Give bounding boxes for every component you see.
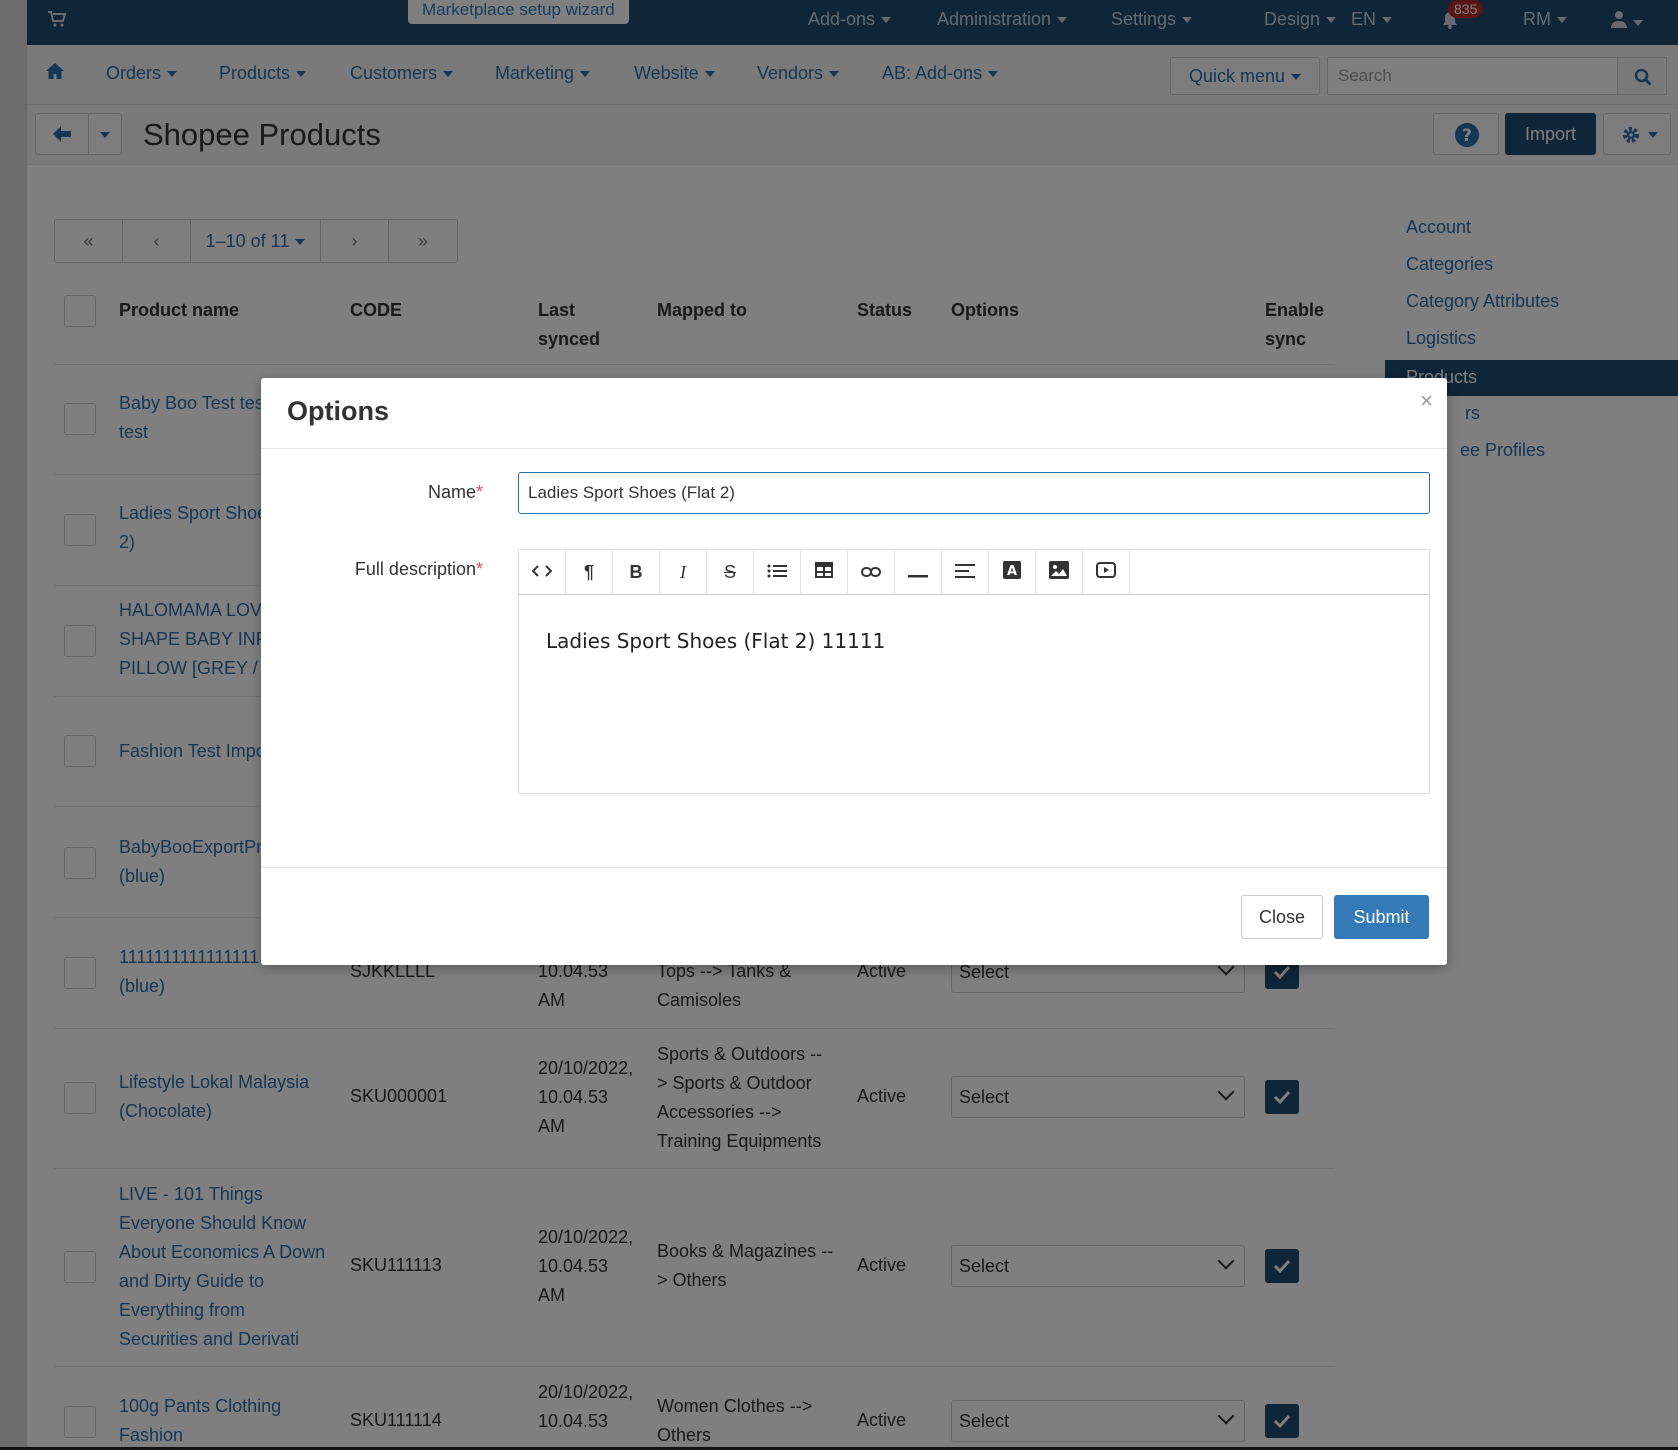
align-icon — [955, 562, 975, 583]
name-label-text: Name — [427, 482, 476, 502]
paragraph-button[interactable]: ¶ — [566, 550, 613, 594]
close-button[interactable]: Close — [1241, 895, 1323, 939]
italic-button[interactable]: I — [660, 550, 707, 594]
svg-text:A: A — [1007, 564, 1017, 579]
video-button[interactable] — [1083, 550, 1130, 594]
video-icon — [1096, 561, 1116, 583]
horizontal-rule-button[interactable] — [895, 550, 942, 594]
close-icon[interactable]: × — [1420, 388, 1433, 414]
modal-header-divider — [261, 448, 1447, 449]
submit-button[interactable]: Submit — [1334, 895, 1429, 939]
image-icon — [1049, 560, 1069, 584]
bold-icon: B — [629, 561, 643, 582]
full-description-editor[interactable]: Ladies Sport Shoes (Flat 2) 11111 — [518, 595, 1430, 794]
font-color-icon: A — [1003, 560, 1021, 584]
paragraph-icon: ¶ — [583, 561, 594, 582]
link-icon — [861, 562, 881, 583]
full-description-label-text: Full description — [354, 559, 476, 579]
required-mark: * — [475, 482, 483, 502]
code-view-button[interactable] — [519, 550, 566, 594]
table-icon — [815, 561, 833, 583]
italic-icon: I — [680, 561, 686, 582]
image-button[interactable] — [1036, 550, 1083, 594]
code-view-icon — [531, 562, 553, 583]
font-color-button[interactable]: A — [989, 550, 1036, 594]
full-description-label: Full description* — [261, 559, 483, 580]
modal-title: Options — [287, 396, 389, 426]
options-modal: Options × Name* Full description* ¶ B I … — [261, 378, 1447, 965]
name-field[interactable] — [518, 472, 1430, 514]
strikethrough-icon: S — [723, 561, 736, 582]
bullet-list-button[interactable] — [754, 550, 801, 594]
horizontal-rule-icon — [908, 562, 928, 583]
bold-button[interactable]: B — [613, 550, 660, 594]
bullet-list-icon — [767, 562, 787, 583]
required-mark: * — [475, 559, 483, 579]
modal-footer-divider — [261, 867, 1447, 868]
table-button[interactable] — [801, 550, 848, 594]
align-button[interactable] — [942, 550, 989, 594]
strikethrough-button[interactable]: S — [707, 550, 754, 594]
name-label: Name* — [261, 482, 483, 503]
editor-toolbar: ¶ B I S A — [518, 549, 1430, 595]
link-button[interactable] — [848, 550, 895, 594]
